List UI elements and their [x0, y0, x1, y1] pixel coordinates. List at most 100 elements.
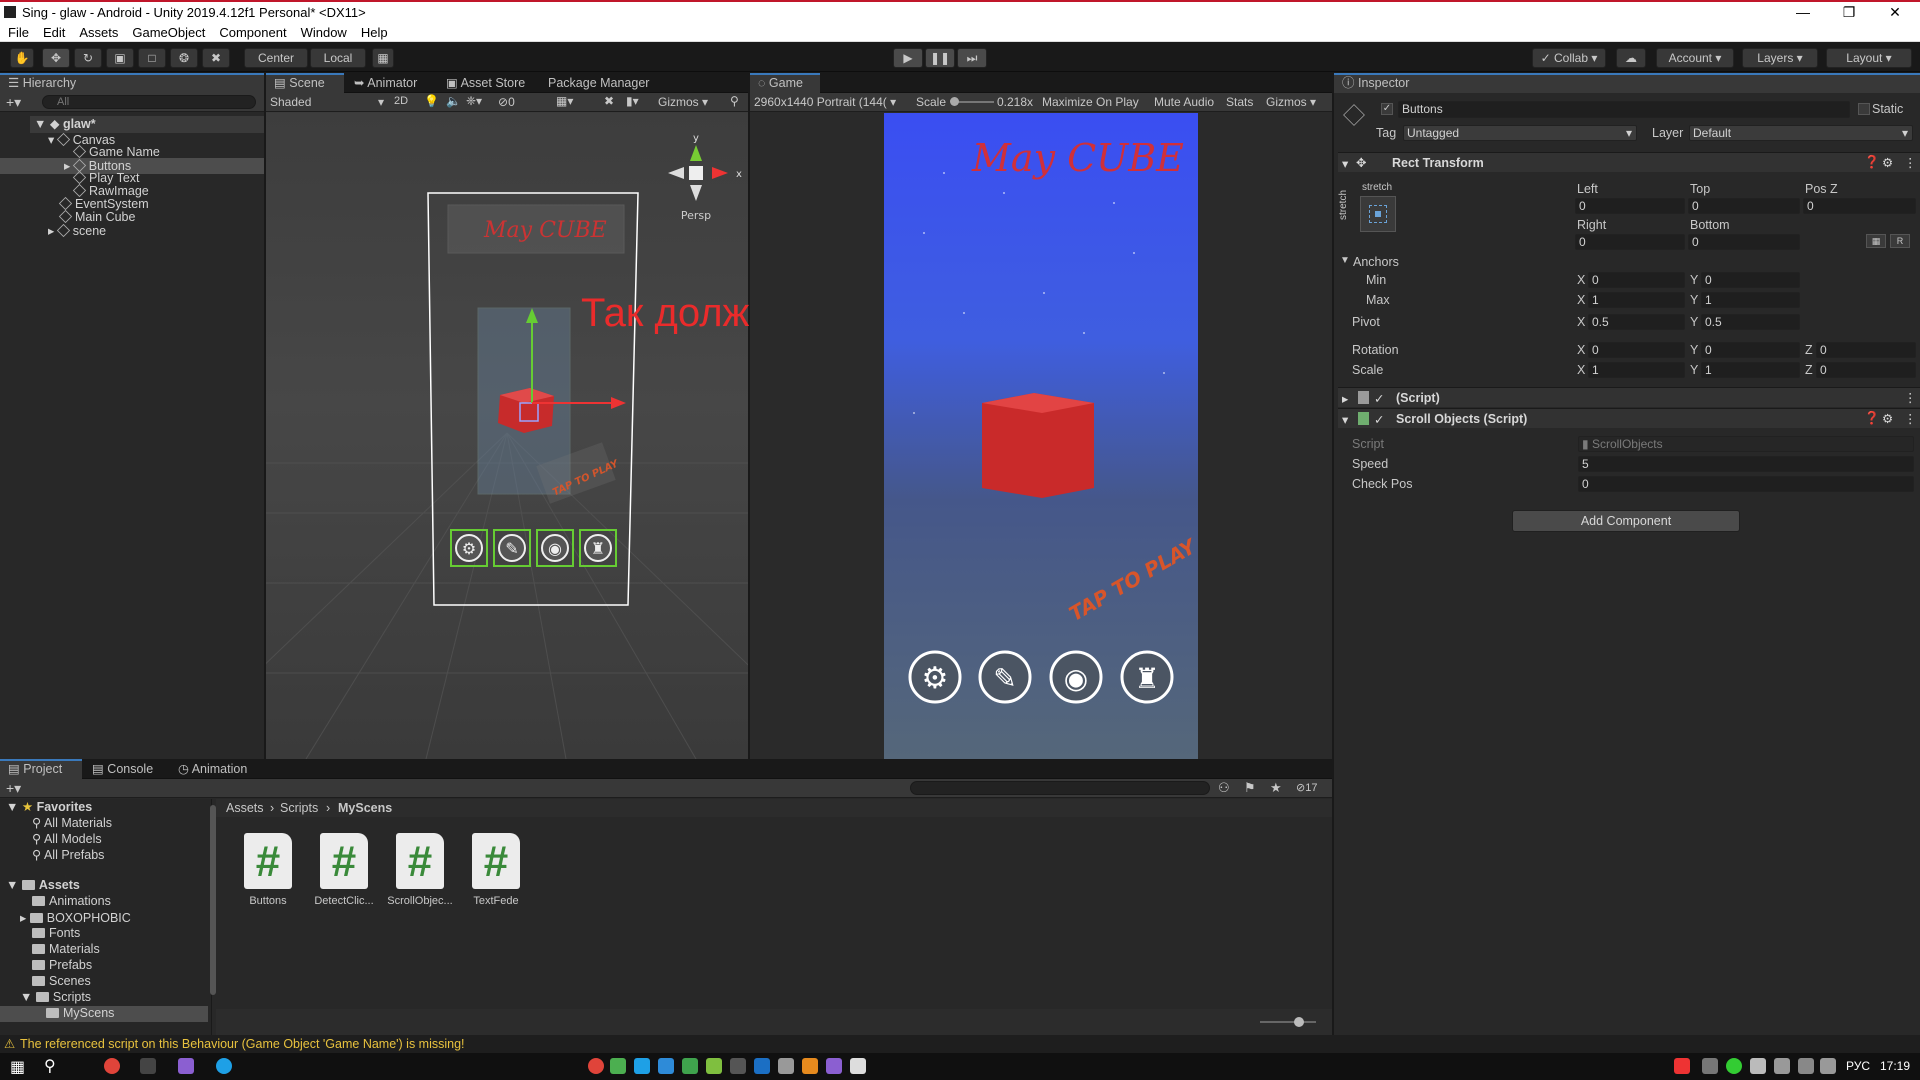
- asset-item[interactable]: # ScrollObjec...: [385, 833, 455, 907]
- tab-asset-store[interactable]: ▣ Asset Store: [438, 73, 533, 93]
- custom-tool-icon[interactable]: ✖: [202, 48, 230, 68]
- pivot-y-field[interactable]: 0.5: [1701, 314, 1800, 330]
- scene-viewport[interactable]: May CUBE TAP TO PLAY ⚙ ✎ ◉ ♜ y x Persp: [266, 113, 748, 759]
- create-plus-icon[interactable]: +▾: [6, 94, 21, 111]
- assets-folder[interactable]: ▼ Assets: [6, 878, 80, 892]
- skype-icon[interactable]: [216, 1058, 232, 1074]
- icon-size-slider[interactable]: [1260, 1017, 1316, 1027]
- pivot-center-toggle[interactable]: Center: [244, 48, 308, 68]
- helmet-icon[interactable]: ♜: [1134, 662, 1159, 695]
- component-enabled-checkbox[interactable]: ✓: [1374, 412, 1384, 427]
- eye-icon[interactable]: ◉: [1064, 662, 1088, 695]
- raw-edit-icon[interactable]: R: [1890, 234, 1910, 248]
- menu-gameobject[interactable]: GameObject: [124, 24, 211, 40]
- game-gizmos-dropdown[interactable]: Gizmos ▾: [1266, 95, 1316, 109]
- favorites-folder[interactable]: ▼ ★ Favorites: [6, 799, 92, 814]
- presets-icon[interactable]: ⚙: [1882, 411, 1893, 426]
- status-bar[interactable]: ⚠ The referenced script on this Behaviou…: [0, 1035, 1920, 1053]
- asset-item[interactable]: # TextFede: [461, 833, 531, 907]
- game-viewport[interactable]: May CUBE TAP TO PLAY ⚙ ✎ ◉ ♜: [884, 113, 1198, 759]
- lighting-icon[interactable]: 💡: [424, 94, 439, 108]
- menu-window[interactable]: Window: [293, 24, 353, 40]
- step-button[interactable]: ⏭: [957, 48, 987, 68]
- posz-field[interactable]: 0: [1803, 198, 1916, 214]
- restore-button[interactable]: ❐: [1826, 2, 1872, 24]
- right-field[interactable]: 0: [1575, 234, 1685, 250]
- static-checkbox[interactable]: [1858, 103, 1870, 115]
- hidden-packages-icon[interactable]: ⊘17: [1296, 781, 1317, 794]
- close-button[interactable]: ✕: [1872, 2, 1918, 24]
- hidden-objects-icon[interactable]: ⊘0: [498, 95, 515, 109]
- scene-root-item[interactable]: ▼ ◆ glaw*: [30, 116, 264, 133]
- layout-dropdown[interactable]: Layout ▾: [1826, 48, 1912, 68]
- min-x-field[interactable]: 0: [1588, 272, 1685, 288]
- breadcrumb-item[interactable]: Assets: [226, 801, 264, 815]
- audio-icon[interactable]: 🔈: [446, 94, 461, 108]
- scale-slider[interactable]: [950, 97, 994, 106]
- blueprint-mode-icon[interactable]: ▦: [1866, 234, 1886, 248]
- filter-type-icon[interactable]: ⚇: [1218, 780, 1230, 796]
- list-item[interactable]: Main Cube: [58, 209, 135, 224]
- menu-file[interactable]: File: [0, 24, 35, 40]
- tab-scene[interactable]: ▤ Scene: [266, 73, 344, 93]
- fav-item[interactable]: ⚲ All Materials: [32, 815, 112, 830]
- scale-x-field[interactable]: 1: [1588, 362, 1685, 378]
- breadcrumb-item[interactable]: Scripts: [280, 801, 318, 815]
- anchors-foldout-icon[interactable]: ▼: [1340, 255, 1350, 266]
- add-component-button[interactable]: Add Component: [1512, 510, 1740, 532]
- account-dropdown[interactable]: Account ▾: [1656, 48, 1734, 68]
- folder-item[interactable]: Scenes: [32, 974, 91, 988]
- presets-icon[interactable]: ⚙: [1882, 155, 1893, 170]
- folder-item[interactable]: ▸ BOXOPHOBIC: [20, 910, 131, 925]
- object-name-field[interactable]: Buttons: [1398, 101, 1850, 118]
- max-y-field[interactable]: 1: [1701, 292, 1800, 308]
- rotate-tool-icon[interactable]: ↻: [74, 48, 102, 68]
- tab-animator[interactable]: ➥ Animator: [346, 73, 425, 93]
- clock[interactable]: 17:19: [1880, 1059, 1910, 1073]
- rotation-y-field[interactable]: 0: [1701, 342, 1800, 358]
- resolution-dropdown[interactable]: 2960x1440 Portrait (144( ▾: [754, 95, 896, 109]
- language-indicator[interactable]: РУС: [1846, 1059, 1870, 1073]
- foldout-arrow-icon[interactable]: ▾: [1342, 412, 1348, 427]
- more-icon[interactable]: ⋮: [1904, 155, 1917, 170]
- pivot-x-field[interactable]: 0.5: [1588, 314, 1685, 330]
- filter-label-icon[interactable]: ⚑: [1244, 780, 1256, 796]
- tray-telegram-icon[interactable]: [634, 1058, 650, 1074]
- menu-component[interactable]: Component: [211, 24, 292, 40]
- bottom-field[interactable]: 0: [1688, 234, 1800, 250]
- component-enabled-checkbox[interactable]: ✓: [1374, 391, 1384, 406]
- maximize-on-play-toggle[interactable]: Maximize On Play: [1042, 95, 1139, 109]
- tray-app-icon[interactable]: [802, 1058, 818, 1074]
- search-icon[interactable]: ⚲: [44, 1056, 56, 1076]
- folder-item[interactable]: Animations: [32, 894, 111, 908]
- tag-dropdown[interactable]: Untagged ▾: [1403, 125, 1637, 141]
- folder-item[interactable]: ▼ Scripts: [20, 990, 91, 1004]
- favorite-star-icon[interactable]: ★: [1270, 780, 1282, 796]
- minimize-button[interactable]: —: [1780, 2, 1826, 24]
- transform-tool-icon[interactable]: ❂: [170, 48, 198, 68]
- help-icon[interactable]: ❓: [1864, 155, 1880, 170]
- tray-app-icon[interactable]: [778, 1058, 794, 1074]
- search-icon[interactable]: ⚲: [730, 94, 739, 108]
- more-icon[interactable]: ⋮: [1904, 411, 1917, 426]
- max-x-field[interactable]: 1: [1588, 292, 1685, 308]
- visual-studio-icon[interactable]: [178, 1058, 194, 1074]
- tab-console[interactable]: ▤ Console: [84, 759, 161, 779]
- windows-start-icon[interactable]: ▦: [10, 1057, 25, 1077]
- breadcrumb-item[interactable]: MyScens: [338, 801, 392, 815]
- anchors-label[interactable]: Anchors: [1353, 255, 1399, 269]
- rect-transform-header[interactable]: ▾ ✥ Rect Transform ❓ ⚙ ⋮: [1338, 152, 1920, 172]
- tray-mic-icon[interactable]: [1750, 1058, 1766, 1074]
- stats-toggle[interactable]: Stats: [1226, 95, 1253, 109]
- folder-item[interactable]: Materials: [32, 942, 100, 956]
- gizmos-dropdown[interactable]: Gizmos ▾: [658, 95, 708, 109]
- tray-app-icon[interactable]: [850, 1058, 866, 1074]
- tray-network-icon[interactable]: [1702, 1058, 1718, 1074]
- project-search-input[interactable]: [910, 781, 1210, 795]
- grid-icon[interactable]: ▦▾: [556, 94, 573, 108]
- foldout-arrow-icon[interactable]: ▾: [1342, 156, 1348, 171]
- tray-mail-icon[interactable]: [658, 1058, 674, 1074]
- more-icon[interactable]: ⋮: [1904, 390, 1917, 405]
- hand-tool-icon[interactable]: ✋: [10, 48, 34, 68]
- tray-volume-icon[interactable]: [1820, 1058, 1836, 1074]
